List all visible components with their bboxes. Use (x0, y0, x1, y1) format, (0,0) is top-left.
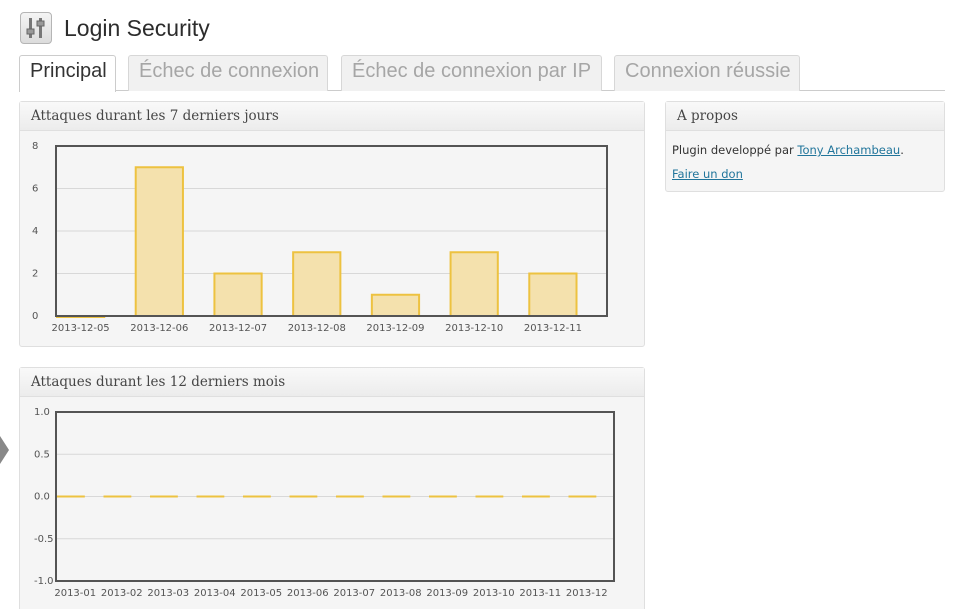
x-tick-label: 2013-03 (147, 588, 189, 599)
y-tick-label: 2 (32, 269, 38, 280)
x-tick-label: 2013-07 (333, 588, 375, 599)
bar-2013-12-08 (292, 251, 342, 317)
about-body: Plugin developpé par Tony Archambeau. Fa… (666, 131, 944, 193)
x-tick-label: 2013-12 (566, 588, 608, 599)
collapse-menu-arrow[interactable] (0, 436, 9, 464)
x-tick-label: 2013-04 (194, 588, 236, 599)
about-box: A propos Plugin developpé par Tony Archa… (665, 101, 945, 192)
y-tick-label: 6 (32, 184, 38, 195)
x-tick-label: 2013-12-08 (288, 323, 346, 334)
page-header: Login Security (20, 12, 210, 44)
x-tick-label: 2013-02 (101, 588, 143, 599)
x-tick-label: 2013-12-06 (130, 323, 188, 334)
monthly-attacks-chart: -1.0 -0.5 0.0 0.5 1.0 2013-01 2013-02 2013-03 20… (34, 407, 615, 599)
tab-principal[interactable]: Principal (19, 55, 116, 92)
y-tick-label: 4 (32, 226, 38, 237)
bar-2013-12-09 (370, 293, 421, 317)
x-tick-label: 2013-12-11 (524, 323, 582, 334)
bar-2013-12-11 (528, 272, 578, 317)
x-tick-label: 2013-12-07 (209, 323, 267, 334)
bar-2013-12-07 (213, 272, 263, 317)
x-tick-label: 2013-09 (426, 588, 468, 599)
y-tick-label: 0.0 (34, 492, 50, 503)
bar-2013-12-06 (134, 166, 184, 317)
y-tick-label: 1.0 (34, 407, 50, 418)
tab-connexion-reussie[interactable]: Connexion réussie (614, 55, 800, 91)
bar-2013-12-10 (449, 251, 499, 317)
y-tick-label: 0.5 (34, 449, 50, 460)
x-tick-label: 2013-12-10 (445, 323, 503, 334)
about-credit: Plugin developpé par Tony Archambeau. (672, 143, 938, 157)
page-title: Login Security (64, 14, 210, 41)
x-tick-label: 2013-11 (519, 588, 561, 599)
weekly-attacks-box: Attaques durant les 7 derniers jours 0 2 4… (19, 101, 645, 347)
y-tick-label: 8 (32, 141, 38, 152)
tab-echec-connexion-ip[interactable]: Échec de connexion par IP (341, 55, 602, 91)
weekly-attacks-chart: 0 2 4 6 8 2013-12-05 2013-12-06 2013-12-07 2013-… (32, 141, 608, 334)
monthly-attacks-title[interactable]: Attaques durant les 12 derniers mois (20, 368, 644, 397)
y-tick-label: -0.5 (34, 534, 54, 545)
tools-icon (20, 12, 52, 44)
x-tick-label: 2013-06 (287, 588, 329, 599)
x-tick-label: 2013-08 (380, 588, 422, 599)
x-tick-label: 2013-12-05 (52, 323, 110, 334)
donate-line: Faire un don (672, 167, 938, 181)
y-tick-label: -1.0 (34, 576, 54, 587)
about-text-prefix: Plugin developpé par (672, 143, 794, 157)
x-tick-label: 2013-12-09 (366, 323, 424, 334)
x-tick-label: 2013-01 (54, 588, 96, 599)
about-text-suffix: . (900, 143, 904, 157)
x-tick-label: 2013-05 (240, 588, 282, 599)
tab-echec-connexion[interactable]: Échec de connexion (128, 55, 328, 91)
weekly-attacks-title[interactable]: Attaques durant les 7 derniers jours (20, 102, 644, 131)
donate-link[interactable]: Faire un don (672, 167, 743, 181)
monthly-attacks-box: Attaques durant les 12 derniers mois -1.… (19, 367, 645, 609)
about-title[interactable]: A propos (666, 102, 944, 131)
tab-bar: Principal Échec de connexion Échec de co… (19, 55, 945, 92)
y-tick-label: 0 (32, 311, 38, 322)
author-link[interactable]: Tony Archambeau (797, 143, 900, 157)
x-tick-label: 2013-10 (473, 588, 515, 599)
